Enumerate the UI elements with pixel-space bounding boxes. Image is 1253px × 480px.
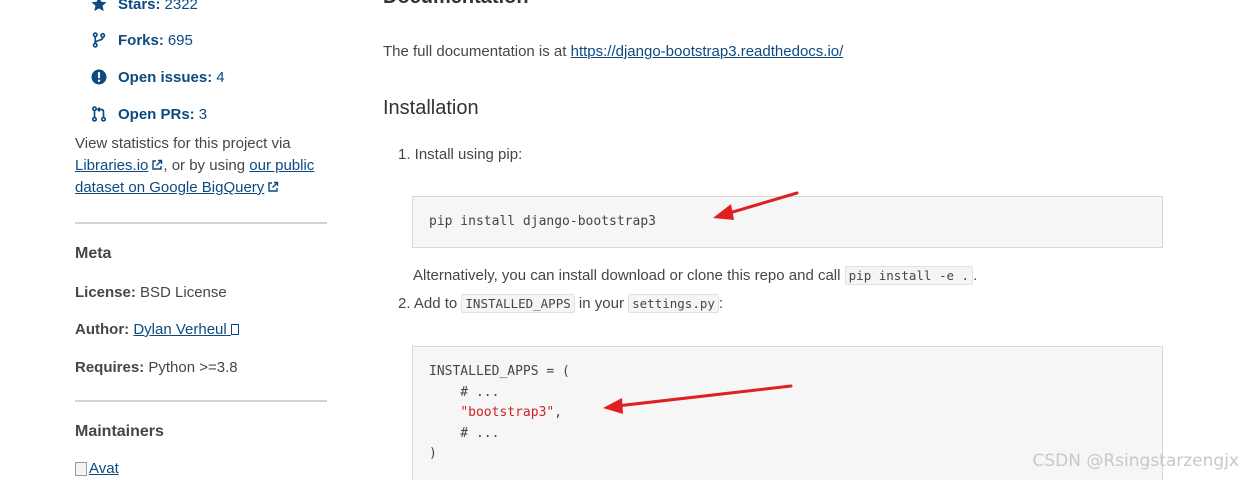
code-line: "bootstrap3", — [460, 405, 563, 420]
pull-request-icon — [90, 105, 108, 123]
inline-code-pip-install-e: pip install -e . — [844, 266, 974, 285]
code-string: "bootstrap3" — [460, 405, 555, 420]
stars-value: 2322 — [164, 0, 198, 13]
maintainer-avatar[interactable]: Avat — [75, 460, 119, 477]
installation-heading: Installation — [383, 97, 479, 119]
statistics-mid: , or by using — [163, 157, 246, 174]
code-line: pip install django-bootstrap3 — [429, 214, 656, 229]
documentation-link[interactable]: https://django-bootstrap3.readthedocs.io… — [571, 43, 844, 60]
star-icon — [90, 0, 108, 13]
issue-icon — [90, 68, 108, 86]
divider — [75, 400, 327, 402]
watermark: CSDN @Rsingstarzengjx — [1032, 451, 1240, 471]
open-prs-link[interactable]: Open PRs: 3 — [90, 104, 207, 124]
stars-link[interactable]: Stars: 2322 — [90, 0, 198, 14]
license-value: BSD License — [140, 284, 227, 301]
step-2-text: 2. Add to INSTALLED_APPS in your setting… — [398, 294, 724, 313]
code-block-pip-install: pip install django-bootstrap3 — [412, 196, 1163, 248]
code-line: # ... — [429, 425, 500, 441]
statistics-prefix: View statistics for this project via — [75, 135, 291, 152]
requires-row: Requires: Python >=3.8 — [75, 359, 238, 376]
open-issues-link[interactable]: Open issues: 4 — [90, 67, 225, 87]
inline-code-settings-py: settings.py — [628, 294, 719, 313]
author-label: Author: — [75, 321, 130, 338]
requires-label: Requires: — [75, 359, 145, 376]
meta-heading: Meta — [75, 245, 112, 262]
documentation-heading: Documentation — [383, 0, 529, 9]
external-link-icon — [152, 159, 163, 170]
documentation-text: The full documentation is at https://dja… — [383, 43, 844, 60]
open-issues-value: 4 — [216, 68, 225, 86]
inline-code-installed-apps: INSTALLED_APPS — [461, 294, 575, 313]
requires-value: Python >=3.8 — [148, 359, 238, 376]
alternative-install-text: Alternatively, you can install download … — [413, 266, 978, 285]
maintainers-heading: Maintainers — [75, 423, 164, 440]
open-prs-label: Open PRs: — [118, 105, 195, 123]
stars-label: Stars: — [118, 0, 161, 13]
forks-link[interactable]: Forks: 695 — [90, 30, 193, 50]
code-line: # ... — [429, 384, 500, 400]
broken-image-icon — [75, 461, 87, 476]
author-row: Author: Dylan Verheul — [75, 321, 239, 338]
open-prs-value: 3 — [198, 105, 208, 123]
license-row: License: BSD License — [75, 284, 227, 301]
statistics-note: View statistics for this project via Lib… — [75, 133, 335, 199]
forks-value: 695 — [167, 31, 193, 49]
avatar-alt-text: Avat — [89, 460, 119, 477]
author-link[interactable]: Dylan Verheul — [133, 321, 239, 338]
open-issues-label: Open issues: — [118, 68, 213, 86]
step-1-text: 1. Install using pip: — [398, 146, 523, 163]
libraries-io-link[interactable]: Libraries.io — [75, 157, 163, 174]
license-label: License: — [75, 284, 136, 301]
code-line: INSTALLED_APPS = ( — [429, 364, 570, 379]
forks-label: Forks: — [118, 31, 164, 49]
mail-icon — [230, 324, 239, 335]
divider — [75, 222, 327, 224]
fork-icon — [90, 31, 108, 49]
external-link-icon — [268, 181, 279, 192]
